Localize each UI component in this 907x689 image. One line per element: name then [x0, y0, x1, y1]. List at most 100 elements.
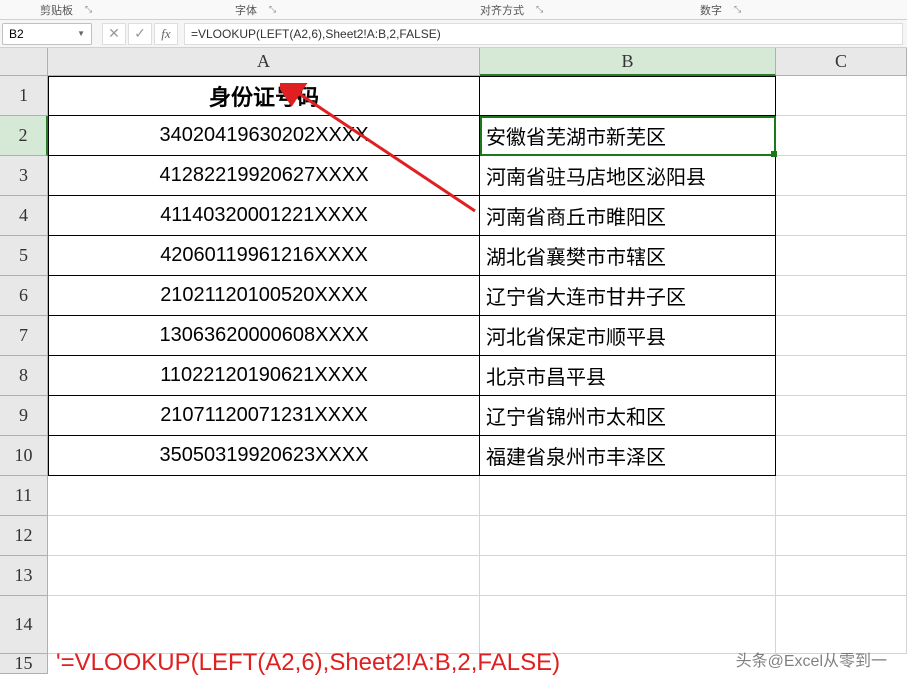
cell-c11[interactable] [776, 476, 907, 516]
cell-a14[interactable] [48, 596, 480, 654]
grid-row-8: 11022120190621XXXX 北京市昌平县 [48, 356, 907, 396]
cell-c9[interactable] [776, 396, 907, 436]
cell-a6[interactable]: 21021120100520XXXX [48, 276, 480, 316]
ribbon-group-alignment[interactable]: 对齐方式 ⤡ [480, 2, 543, 18]
column-header-a[interactable]: A [48, 48, 480, 76]
cell-a7[interactable]: 13063620000608XXXX [48, 316, 480, 356]
cell-a2[interactable]: 34020419630202XXXX [48, 116, 480, 156]
formula-overlay: '=VLOOKUP(LEFT(A2,6),Sheet2!A:B,2,FALSE) [56, 649, 560, 677]
column-header-c[interactable]: C [776, 48, 907, 76]
row-header-9[interactable]: 9 [0, 396, 48, 436]
cell-c2[interactable] [776, 116, 907, 156]
cell-b5[interactable]: 湖北省襄樊市市辖区 [480, 236, 776, 276]
cell-a1[interactable]: 身份证号码 [48, 76, 480, 116]
column-header-b[interactable]: B [480, 48, 776, 76]
row-header-10[interactable]: 10 [0, 436, 48, 476]
grid-row-1: 身份证号码 [48, 76, 907, 116]
cell-a3[interactable]: 41282219920627XXXX [48, 156, 480, 196]
row-header-4[interactable]: 4 [0, 196, 48, 236]
formula-cancel-button[interactable]: ✕ [102, 23, 126, 45]
row-header-13[interactable]: 13 [0, 556, 48, 596]
grid-row-4: 41140320001221XXXX 河南省商丘市睢阳区 [48, 196, 907, 236]
row-headers: 1 2 3 4 5 6 7 8 9 10 11 12 13 14 15 [0, 76, 48, 674]
cell-a5[interactable]: 42060119961216XXXX [48, 236, 480, 276]
row-header-15[interactable]: 15 [0, 654, 48, 674]
grid-row-5: 42060119961216XXXX 湖北省襄樊市市辖区 [48, 236, 907, 276]
cell-b8[interactable]: 北京市昌平县 [480, 356, 776, 396]
formula-button-group: ✕ ✓ fx [102, 23, 178, 45]
chevron-down-icon[interactable]: ▼ [77, 29, 85, 38]
fx-icon: fx [161, 26, 170, 42]
cell-b7[interactable]: 河北省保定市顺平县 [480, 316, 776, 356]
cell-c5[interactable] [776, 236, 907, 276]
grid-row-6: 21021120100520XXXX 辽宁省大连市甘井子区 [48, 276, 907, 316]
column-headers: A B C [48, 48, 907, 76]
fx-button[interactable]: fx [154, 23, 178, 45]
ribbon-group-font[interactable]: 字体 ⤡ [235, 2, 276, 18]
grid-row-2: 34020419630202XXXX 安徽省芜湖市新芜区 [48, 116, 907, 156]
grid-row-11 [48, 476, 907, 516]
cell-c6[interactable] [776, 276, 907, 316]
cell-a4[interactable]: 41140320001221XXXX [48, 196, 480, 236]
row-header-14[interactable]: 14 [0, 596, 48, 654]
row-header-12[interactable]: 12 [0, 516, 48, 556]
cell-c8[interactable] [776, 356, 907, 396]
cell-b14[interactable] [480, 596, 776, 654]
formula-bar[interactable]: =VLOOKUP(LEFT(A2,6),Sheet2!A:B,2,FALSE) [184, 23, 903, 45]
cell-b1[interactable] [480, 76, 776, 116]
cell-c13[interactable] [776, 556, 907, 596]
cell-a12[interactable] [48, 516, 480, 556]
ribbon-label-number: 数字 [700, 2, 722, 18]
cell-c10[interactable] [776, 436, 907, 476]
row-header-8[interactable]: 8 [0, 356, 48, 396]
cell-c12[interactable] [776, 516, 907, 556]
cell-c1[interactable] [776, 76, 907, 116]
expand-icon[interactable]: ⤡ [536, 4, 543, 15]
cell-a10[interactable]: 35050319920623XXXX [48, 436, 480, 476]
cell-b11[interactable] [480, 476, 776, 516]
expand-icon[interactable]: ⤡ [269, 4, 276, 15]
cell-c14[interactable] [776, 596, 907, 654]
cell-b9[interactable]: 辽宁省锦州市太和区 [480, 396, 776, 436]
ribbon-group-number[interactable]: 数字 ⤡ [700, 2, 741, 18]
ribbon-bar: 剪贴板 ⤡ 字体 ⤡ 对齐方式 ⤡ 数字 ⤡ [0, 0, 907, 20]
cell-b12[interactable] [480, 516, 776, 556]
cell-a11[interactable] [48, 476, 480, 516]
grid-row-10: 35050319920623XXXX 福建省泉州市丰泽区 [48, 436, 907, 476]
cell-b2[interactable]: 安徽省芜湖市新芜区 [480, 116, 776, 156]
cell-a8[interactable]: 11022120190621XXXX [48, 356, 480, 396]
row-header-5[interactable]: 5 [0, 236, 48, 276]
expand-icon[interactable]: ⤡ [85, 4, 92, 15]
cell-b6[interactable]: 辽宁省大连市甘井子区 [480, 276, 776, 316]
cell-c4[interactable] [776, 196, 907, 236]
row-header-1[interactable]: 1 [0, 76, 48, 116]
namebox-row: B2 ▼ ✕ ✓ fx =VLOOKUP(LEFT(A2,6),Sheet2!A… [0, 20, 907, 48]
row-header-2[interactable]: 2 [0, 116, 48, 156]
row-header-7[interactable]: 7 [0, 316, 48, 356]
grid-row-9: 21071120071231XXXX 辽宁省锦州市太和区 [48, 396, 907, 436]
grid-row-12 [48, 516, 907, 556]
grid-row-3: 41282219920627XXXX 河南省驻马店地区泌阳县 [48, 156, 907, 196]
cell-c7[interactable] [776, 316, 907, 356]
cell-a9[interactable]: 21071120071231XXXX [48, 396, 480, 436]
row-header-11[interactable]: 11 [0, 476, 48, 516]
grid: 身份证号码 34020419630202XXXX 安徽省芜湖市新芜区 41282… [48, 76, 907, 654]
cell-b10[interactable]: 福建省泉州市丰泽区 [480, 436, 776, 476]
ribbon-label-clipboard: 剪贴板 [40, 2, 73, 18]
cell-c3[interactable] [776, 156, 907, 196]
cell-b3[interactable]: 河南省驻马店地区泌阳县 [480, 156, 776, 196]
select-all-corner[interactable] [0, 48, 48, 76]
cell-b13[interactable] [480, 556, 776, 596]
row-header-6[interactable]: 6 [0, 276, 48, 316]
ribbon-group-clipboard[interactable]: 剪贴板 ⤡ [40, 2, 92, 18]
row-header-3[interactable]: 3 [0, 156, 48, 196]
cell-b4[interactable]: 河南省商丘市睢阳区 [480, 196, 776, 236]
expand-icon[interactable]: ⤡ [734, 4, 741, 15]
formula-confirm-button[interactable]: ✓ [128, 23, 152, 45]
ribbon-label-font: 字体 [235, 2, 257, 18]
grid-row-14 [48, 596, 907, 654]
grid-row-13 [48, 556, 907, 596]
name-box[interactable]: B2 ▼ [2, 23, 92, 45]
cell-a13[interactable] [48, 556, 480, 596]
ribbon-label-alignment: 对齐方式 [480, 2, 524, 18]
